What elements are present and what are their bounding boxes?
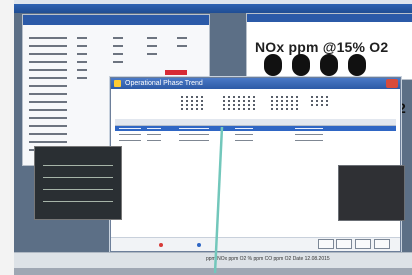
value-cell: [113, 37, 123, 39]
graph-line: [43, 177, 113, 178]
digit-shape: [264, 54, 282, 76]
nox-panel-header: [247, 14, 412, 22]
status-dot-red: [159, 243, 163, 247]
label-line: [29, 109, 67, 111]
value-cell: [147, 37, 157, 39]
alarm-indicator: [165, 70, 187, 75]
dialog-button[interactable]: [336, 239, 352, 249]
digit-shape: [292, 54, 310, 76]
dialog-button[interactable]: [318, 239, 334, 249]
label-line: [29, 93, 67, 95]
graph-line: [43, 189, 113, 190]
label-line: [29, 37, 67, 39]
nox-title: NOx ppm @15% O2: [255, 39, 389, 55]
value-cell: [113, 61, 123, 63]
value-cell: [77, 61, 87, 63]
value-cell: [77, 45, 87, 47]
big-value-digits: [264, 54, 372, 76]
grid-block: [269, 96, 303, 112]
value-cell: [147, 53, 157, 55]
monitor-bezel: [14, 268, 412, 275]
value-cell: [77, 37, 87, 39]
dialog-title: Operational Phase Trend: [111, 78, 400, 89]
list-item[interactable]: [115, 138, 396, 143]
label-line: [29, 53, 67, 55]
value-cell: [77, 77, 87, 79]
value-cell: [147, 45, 157, 47]
value-cell: [113, 53, 123, 55]
label-line: [29, 85, 67, 87]
dialog-footer: [111, 237, 400, 251]
label-line: [29, 101, 67, 103]
value-cell: [77, 69, 87, 71]
grid-block: [179, 96, 205, 112]
value-cell: [113, 45, 123, 47]
digit-shape: [320, 54, 338, 76]
app-icon: [114, 80, 121, 87]
label-line: [29, 117, 67, 119]
close-button[interactable]: [386, 79, 398, 88]
value-cell: [177, 37, 187, 39]
trend-graph: [34, 146, 122, 220]
grid-block: [221, 96, 261, 112]
label-line: [29, 77, 67, 79]
value-cell: [77, 53, 87, 55]
annotation-arrow-icon: [214, 127, 224, 273]
label-line: [29, 141, 67, 143]
status-dot-blue: [197, 243, 201, 247]
right-graph: [338, 165, 405, 221]
app-titlebar: [14, 4, 412, 13]
dialog-button[interactable]: [355, 239, 371, 249]
list-item[interactable]: [115, 132, 396, 137]
left-panel-header: [23, 15, 209, 25]
label-line: [29, 69, 67, 71]
label-line: [29, 45, 67, 47]
label-line: [29, 133, 67, 135]
graph-line: [43, 165, 113, 166]
graph-line: [43, 201, 113, 202]
label-line: [29, 125, 67, 127]
dialog-button[interactable]: [374, 239, 390, 249]
label-line: [29, 61, 67, 63]
digit-shape: [348, 54, 366, 76]
value-cell: [177, 45, 187, 47]
list-header: [115, 119, 396, 126]
grid-block: [309, 96, 329, 112]
list-item-selected[interactable]: [115, 126, 396, 131]
